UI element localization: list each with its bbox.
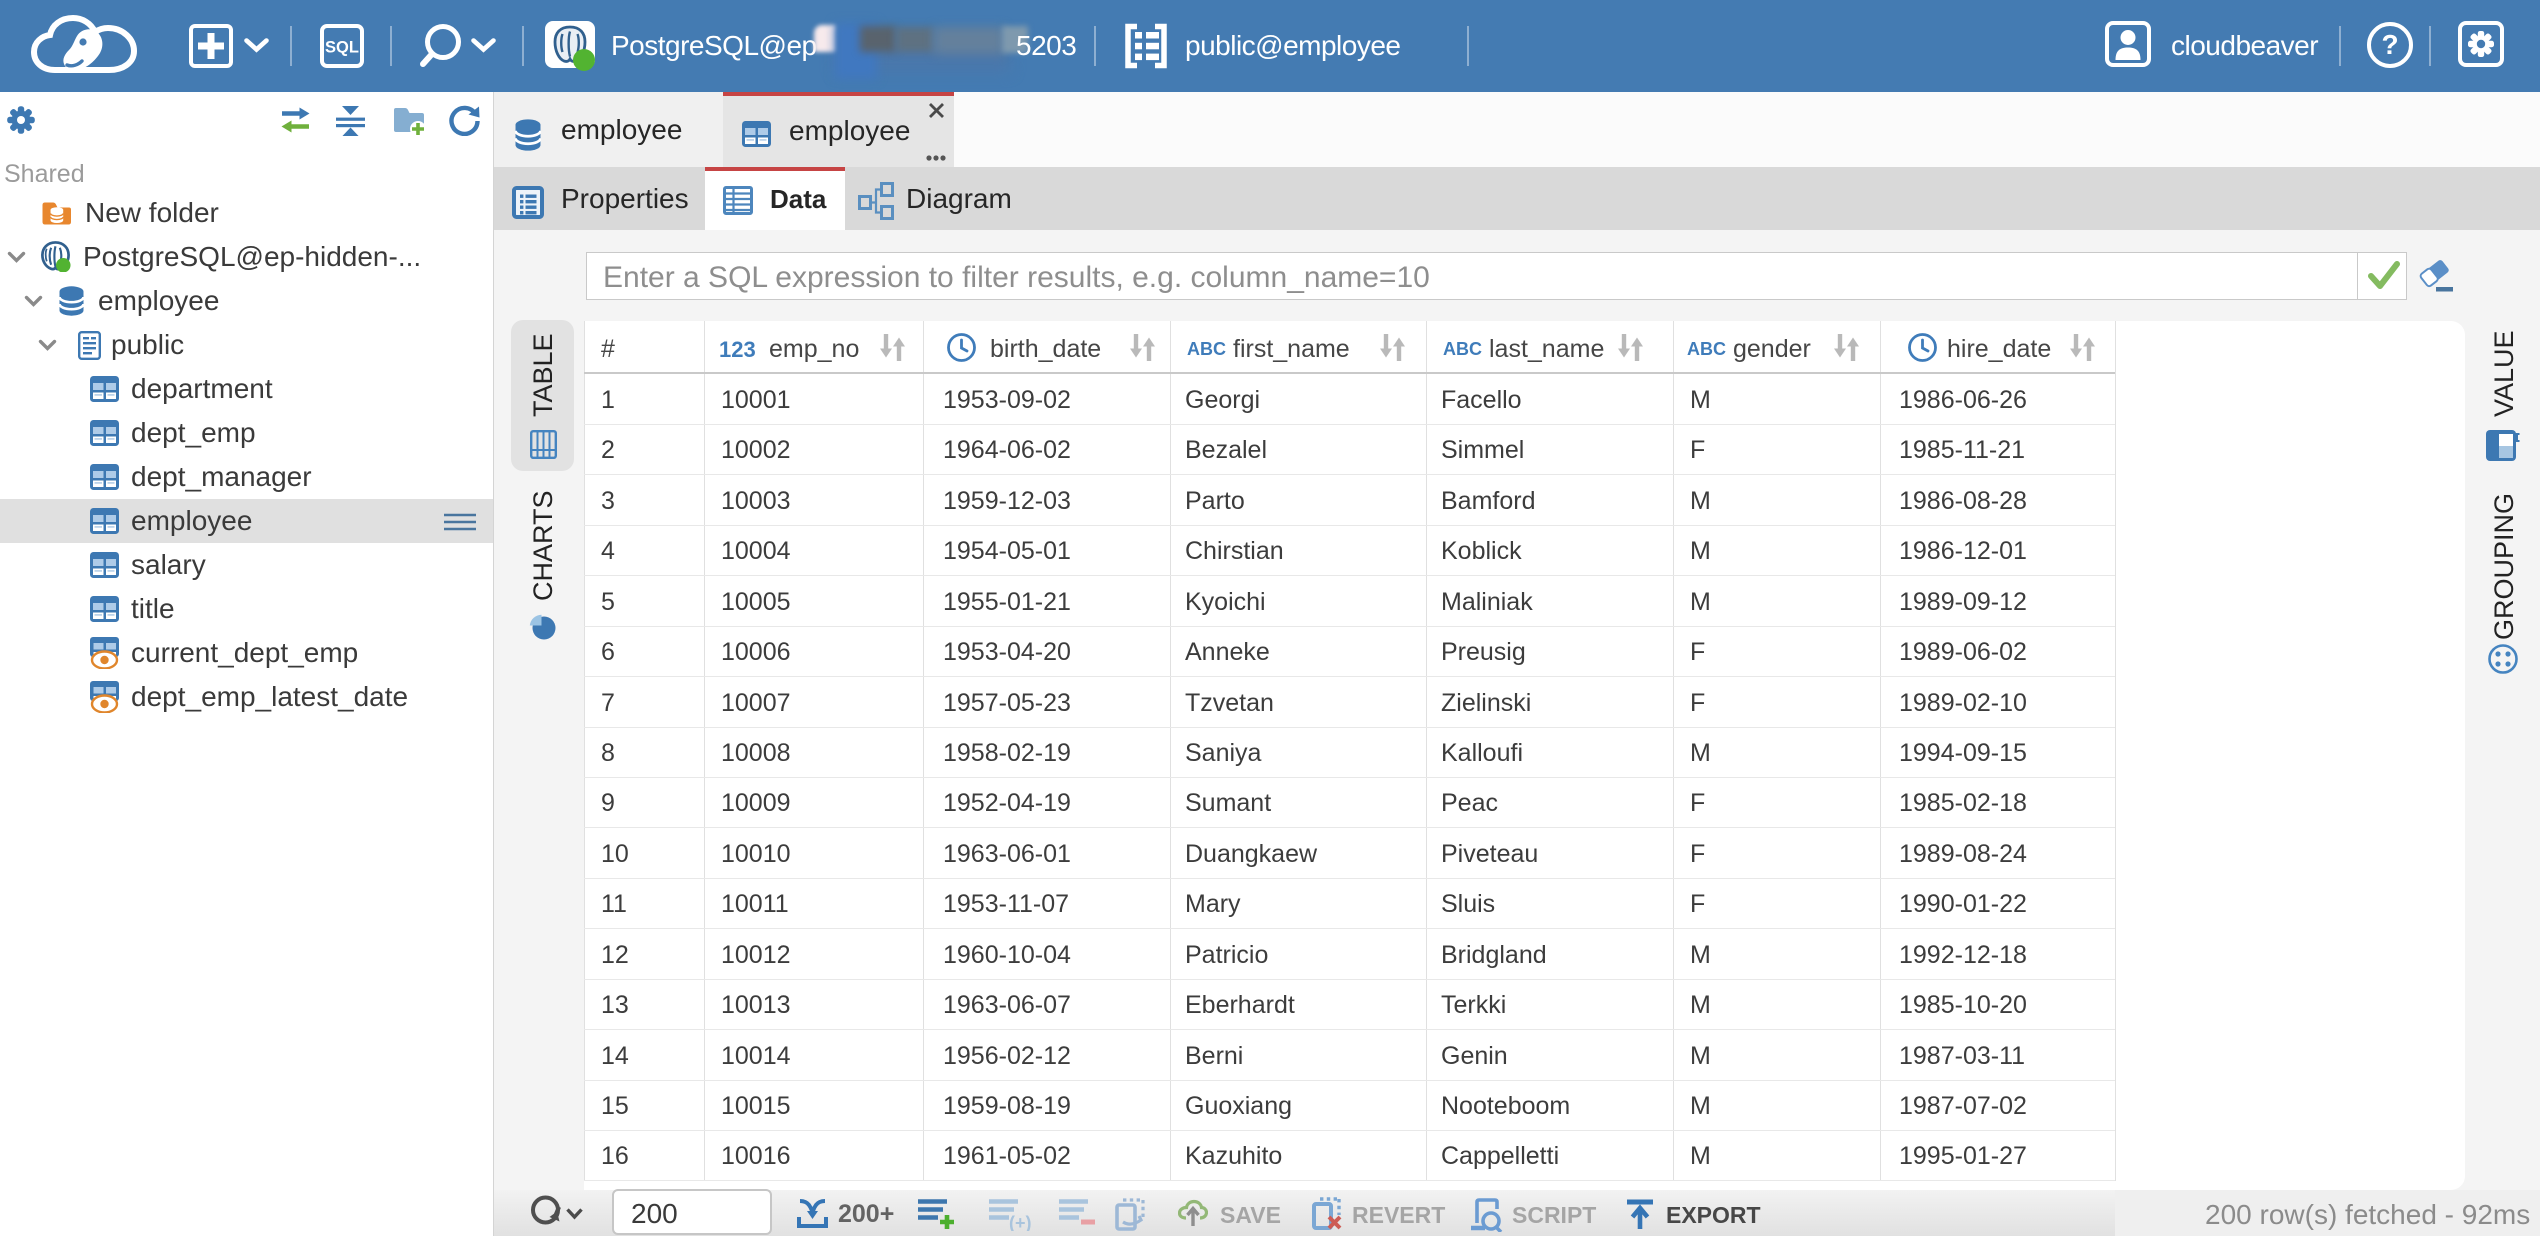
svg-text:(+): (+): [1009, 1213, 1032, 1231]
svg-text:SQL: SQL: [325, 39, 359, 57]
svg-text:?: ?: [2381, 29, 2398, 60]
